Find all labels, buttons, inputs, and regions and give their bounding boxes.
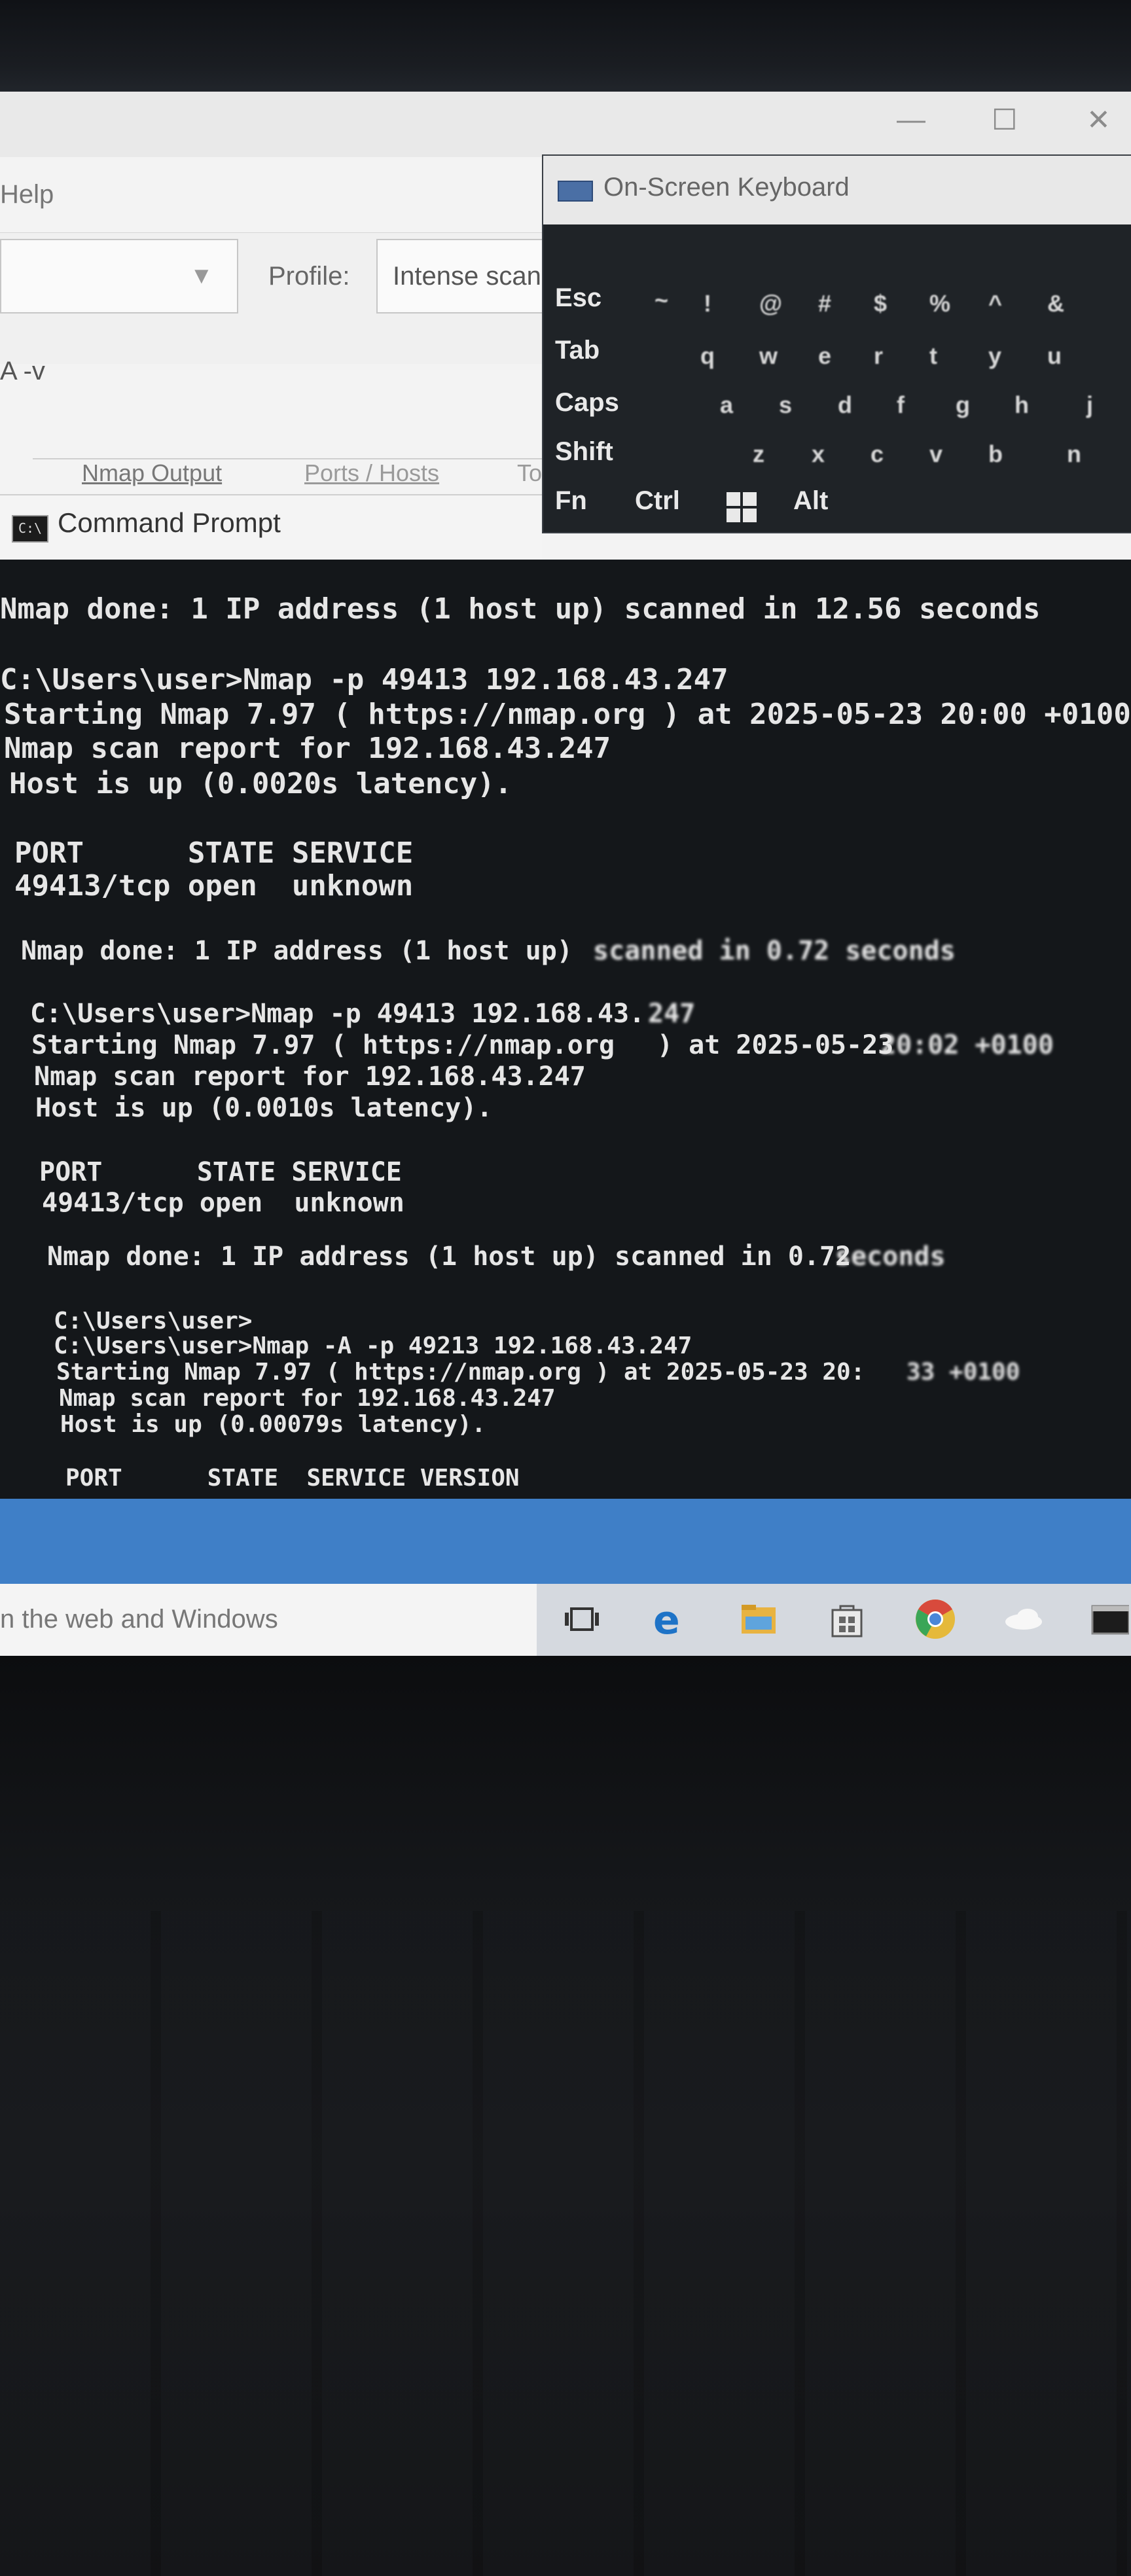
console-line: 49413/tcp open unknown — [42, 1188, 404, 1218]
console-line: ) at 2025-05-23 — [657, 1030, 910, 1060]
store-icon[interactable] — [825, 1597, 869, 1641]
key-blurred[interactable]: ^ — [988, 290, 1002, 317]
console-line: Starting Nmap 7.97 ( https://nmap.org — [31, 1030, 631, 1060]
key-blurred[interactable]: d — [838, 391, 852, 419]
on-screen-keyboard: On-Screen Keyboard Esc Tab Caps Shift Fn… — [542, 154, 1131, 533]
key-blurred[interactable]: % — [929, 290, 950, 317]
key-blurred[interactable]: $ — [874, 290, 887, 317]
console-line: PORT STATE SERVICE — [39, 1157, 402, 1187]
tab-ports-hosts[interactable]: Ports / Hosts — [304, 459, 439, 487]
key-blurred[interactable]: c — [871, 440, 884, 468]
key-blurred[interactable]: ~ — [655, 287, 668, 314]
console-line: 247 — [648, 999, 696, 1029]
onedrive-icon[interactable] — [1001, 1597, 1046, 1641]
key-blurred[interactable]: s — [779, 391, 792, 419]
console-line: C:\Users\user> — [54, 1308, 253, 1334]
profile-value: Intense scan — [393, 262, 541, 291]
console-line: PORT STATE SERVICE — [14, 836, 414, 870]
console-line: C:\Users\user>Nmap -A -p 49213 192.168.4… — [54, 1333, 692, 1359]
keyboard-icon — [558, 181, 593, 202]
key-blurred[interactable]: a — [720, 391, 733, 419]
key-blurred[interactable]: q — [700, 342, 715, 370]
key-blurred[interactable]: f — [897, 391, 905, 419]
svg-text:e: e — [653, 1598, 680, 1641]
console-line: PORT STATE SERVICE VERSION — [65, 1465, 520, 1492]
profile-label: Profile: — [268, 262, 350, 291]
monitor-bezel — [0, 0, 1131, 95]
key-blurred[interactable]: y — [988, 342, 1001, 370]
cmd-window-icon: C:\ — [12, 515, 48, 543]
console-line: Starting Nmap 7.97 ( https://nmap.org ) … — [56, 1359, 865, 1386]
physical-keyboard — [0, 1911, 1131, 2576]
console-line: Host is up (0.0020s latency). — [9, 767, 512, 800]
key-blurred[interactable]: n — [1067, 440, 1081, 468]
tab-nmap-output[interactable]: Nmap Output — [82, 459, 222, 487]
console-line: Starting Nmap 7.97 ( https://nmap.org ) … — [4, 698, 1131, 731]
tab-topology[interactable]: To — [517, 459, 542, 487]
console-line: Host is up (0.00079s latency). — [60, 1411, 486, 1438]
nmap-titlebar — [0, 92, 1131, 157]
key-esc[interactable]: Esc — [555, 283, 601, 313]
console-line: 49413/tcp open unknown — [14, 869, 414, 903]
close-icon[interactable]: ✕ — [1086, 103, 1111, 137]
console-line: Nmap scan report for 192.168.43.247 — [4, 732, 611, 765]
key-blurred[interactable]: u — [1047, 342, 1062, 370]
console-line: Nmap scan report for 192.168.43.247 — [34, 1062, 586, 1092]
console-line: Nmap done: 1 IP address (1 host up) scan… — [47, 1242, 867, 1272]
key-alt[interactable]: Alt — [793, 486, 828, 516]
task-view-icon[interactable] — [560, 1597, 604, 1641]
minimize-icon[interactable]: — — [897, 103, 925, 136]
key-blurred[interactable]: e — [818, 342, 831, 370]
osk-title: On-Screen Keyboard — [603, 173, 850, 202]
cmd-taskbar-icon[interactable] — [1090, 1597, 1131, 1641]
menu-help[interactable]: Help — [0, 180, 54, 209]
cmd-title: Command Prompt — [58, 507, 281, 538]
key-fn[interactable]: Fn — [555, 486, 587, 516]
key-blurred[interactable]: z — [753, 440, 764, 468]
console-line: Nmap done: 1 IP address (1 host up) scan… — [0, 592, 1041, 626]
osk-titlebar: On-Screen Keyboard — [543, 156, 1131, 224]
chrome-icon[interactable] — [913, 1597, 958, 1641]
console-line: C:\Users\user>Nmap -p 49413 192.168.43.2… — [0, 663, 728, 696]
file-explorer-icon[interactable] — [736, 1597, 781, 1641]
key-blurred[interactable]: t — [929, 342, 937, 370]
key-blurred[interactable]: x — [812, 440, 825, 468]
key-blurred[interactable]: w — [759, 342, 778, 370]
key-blurred[interactable]: v — [929, 440, 942, 468]
edge-icon[interactable]: e — [648, 1597, 692, 1643]
key-blurred[interactable]: g — [956, 391, 970, 419]
desktop-strip — [0, 1499, 1131, 1584]
key-blurred[interactable]: ! — [704, 290, 711, 317]
maximize-icon[interactable]: ☐ — [992, 103, 1017, 137]
key-blurred[interactable]: j — [1086, 391, 1093, 419]
console-line: seconds — [835, 1242, 946, 1272]
chevron-down-icon[interactable]: ▼ — [190, 262, 213, 289]
console-line: Nmap scan report for 192.168.43.247 — [59, 1385, 556, 1412]
console-line: scanned in 0.72 seconds — [593, 936, 956, 966]
key-blurred[interactable]: h — [1014, 391, 1029, 419]
console-line: C:\Users\user>Nmap -p 49413 192.168.43. — [30, 999, 645, 1029]
key-blurred[interactable]: r — [874, 342, 883, 370]
key-blurred[interactable]: # — [818, 290, 831, 317]
search-placeholder: n the web and Windows — [0, 1605, 278, 1634]
key-ctrl[interactable]: Ctrl — [635, 486, 680, 516]
key-tab[interactable]: Tab — [555, 336, 600, 365]
key-caps[interactable]: Caps — [555, 388, 619, 418]
key-blurred[interactable]: b — [988, 440, 1003, 468]
console-line: 20:02 +0100 — [880, 1030, 1054, 1060]
console-line: Nmap done: 1 IP address (1 host up) — [21, 936, 588, 966]
console-line: 33 +0100 — [907, 1359, 1020, 1386]
console-line: Host is up (0.0010s latency). — [35, 1093, 493, 1123]
key-blurred[interactable]: @ — [759, 290, 782, 317]
key-shift[interactable]: Shift — [555, 437, 613, 467]
command-field[interactable]: A -v — [0, 357, 45, 386]
key-blurred[interactable]: & — [1047, 290, 1064, 317]
windows-key-icon[interactable] — [727, 492, 757, 522]
